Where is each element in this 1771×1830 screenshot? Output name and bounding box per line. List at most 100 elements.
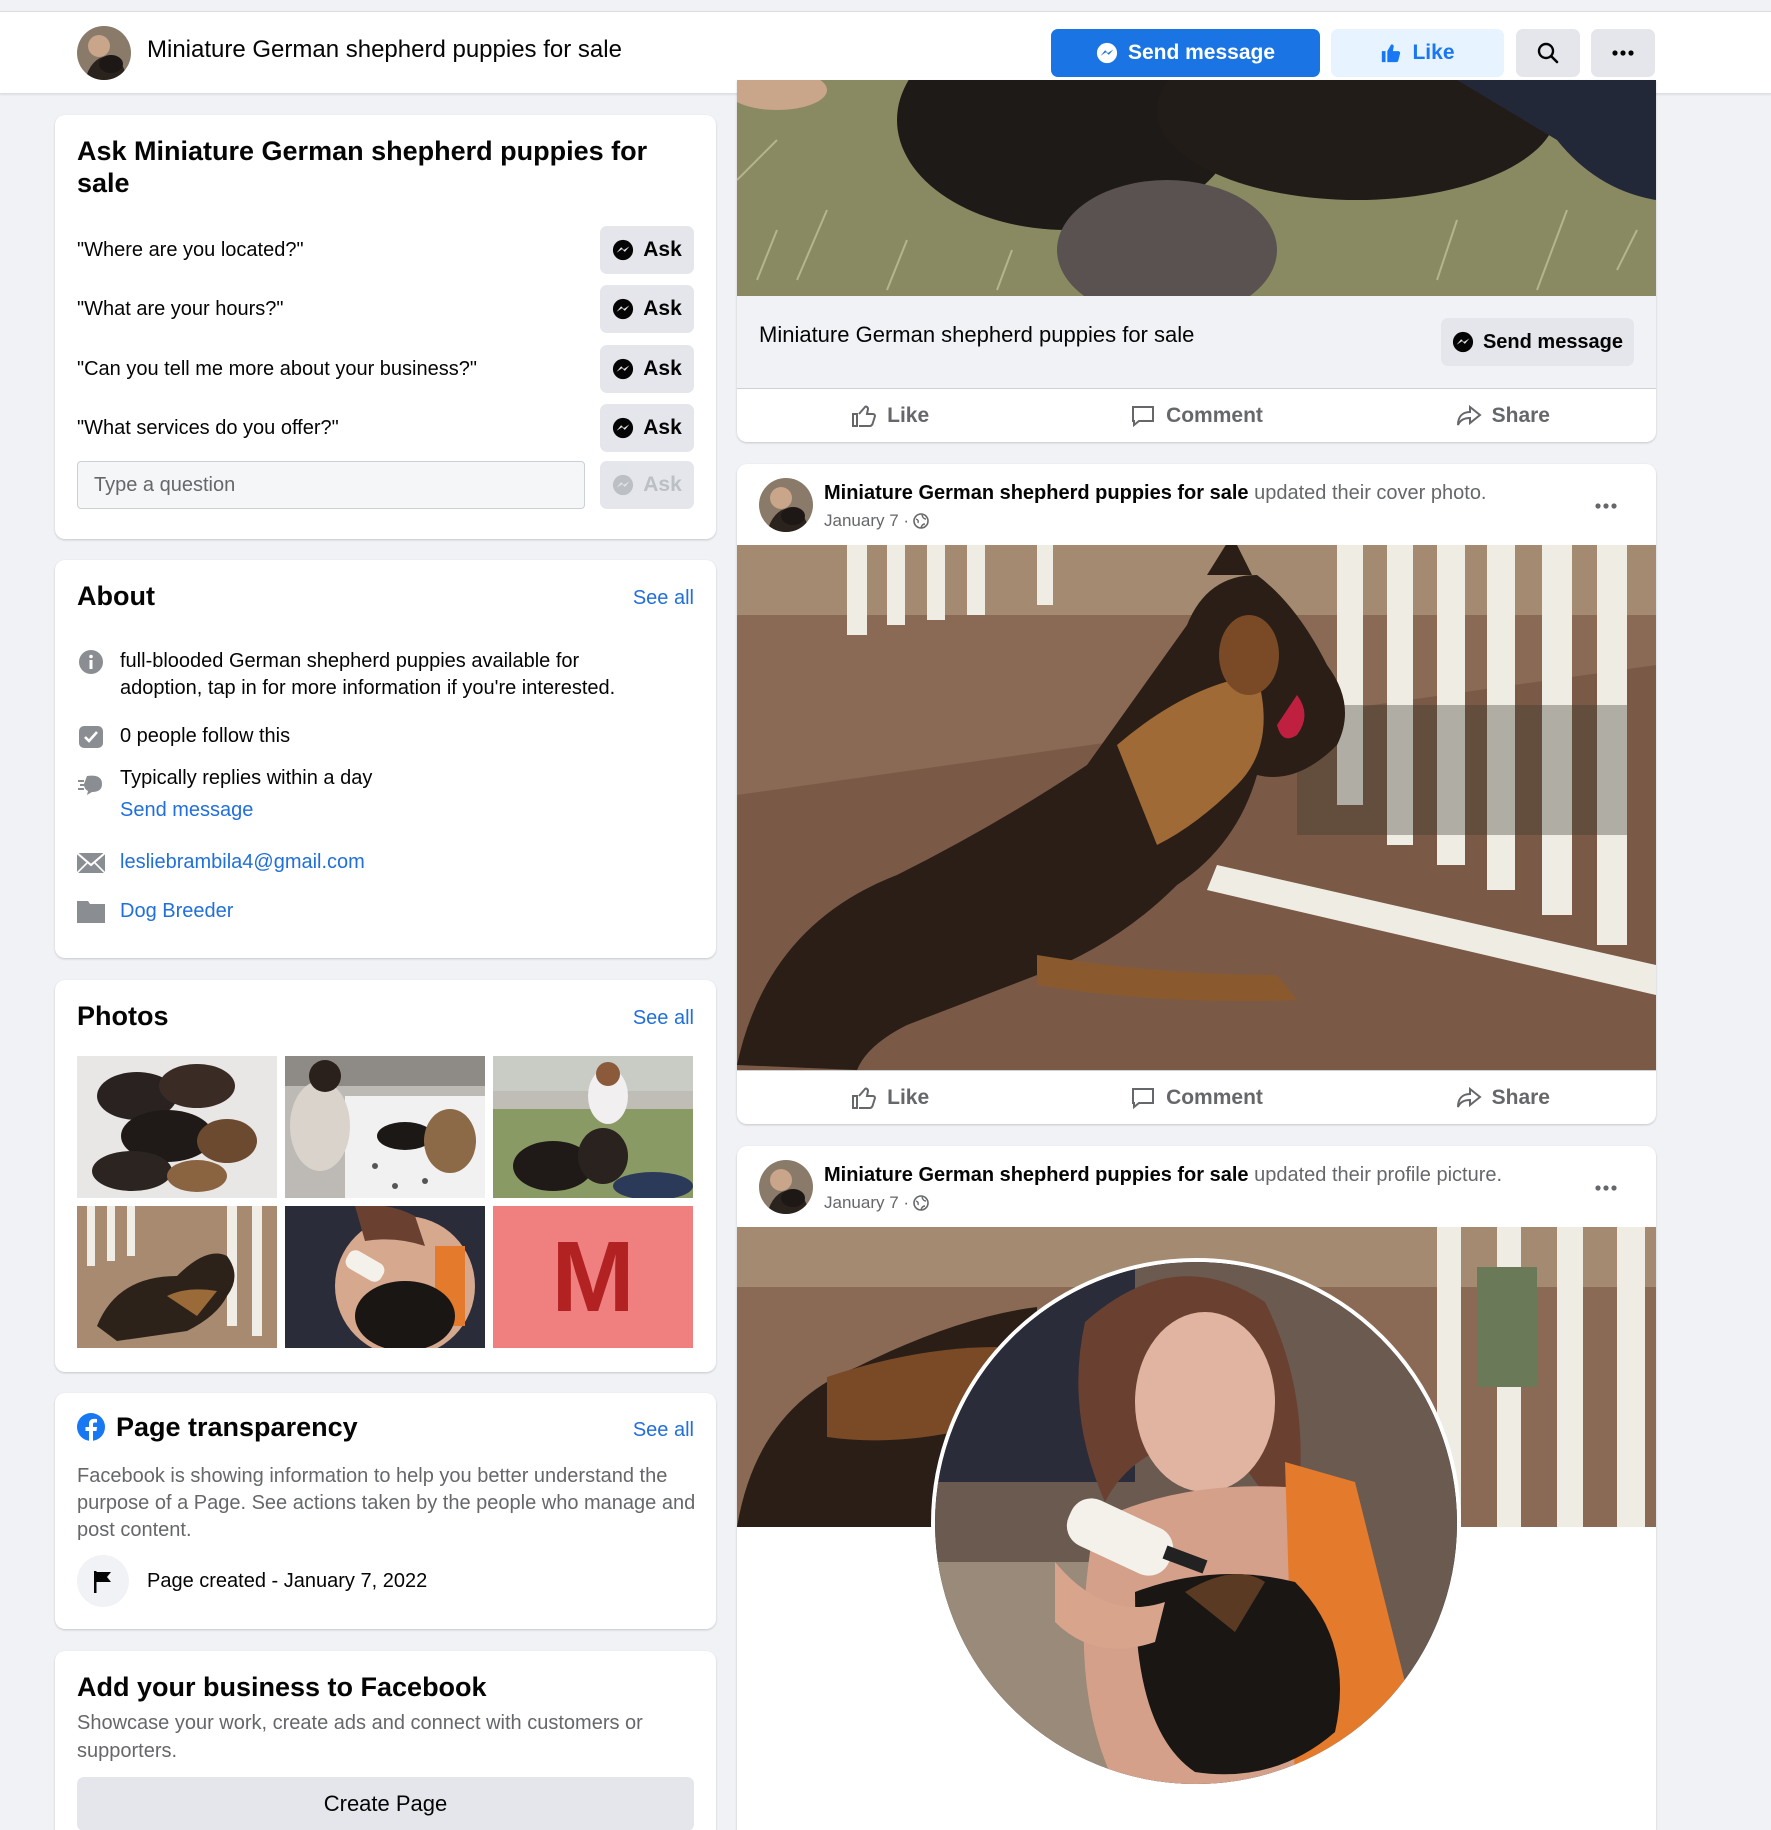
post-more-button[interactable] <box>1592 1174 1620 1202</box>
like-action[interactable]: Like <box>737 389 1043 442</box>
messenger-icon <box>612 417 634 439</box>
thumbs-up-outline-icon <box>851 1086 877 1110</box>
ask-question: "What are your hours?" <box>77 297 284 320</box>
post-action-bar: Like Comment Share <box>737 1070 1656 1124</box>
messenger-icon <box>612 358 634 380</box>
photos-see-all-link[interactable]: See all <box>633 1007 694 1030</box>
post-image[interactable] <box>737 545 1656 1070</box>
profile-picture[interactable] <box>931 1258 1461 1788</box>
photo-thumbnail[interactable] <box>77 1056 277 1198</box>
ask-label: Ask <box>643 416 682 439</box>
post-more-button[interactable] <box>1592 492 1620 520</box>
ask-row: "What are your hours?" Ask <box>77 285 694 333</box>
transparency-text: Facebook is showing information to help … <box>77 1465 696 1541</box>
ask-question: "Can you tell me more about your busines… <box>77 357 477 380</box>
cover-page-name[interactable]: Miniature German shepherd puppies for sa… <box>759 322 1194 348</box>
share-icon <box>1456 1086 1482 1110</box>
like-action[interactable]: Like <box>737 1071 1043 1124</box>
share-action[interactable]: Share <box>1350 389 1656 442</box>
question-input[interactable]: Type a question <box>77 461 585 509</box>
ask-card-title: Ask Miniature German shepherd puppies fo… <box>77 136 648 198</box>
like-page-button[interactable]: Like <box>1331 29 1504 77</box>
photo-thumbnail[interactable] <box>77 1206 277 1348</box>
about-description: full-blooded German shepherd puppies ava… <box>77 648 694 702</box>
cover-info-bar: Miniature German shepherd puppies for sa… <box>737 296 1656 388</box>
ask-label: Ask <box>643 473 682 496</box>
post-title: Miniature German shepherd puppies for sa… <box>824 482 1487 505</box>
about-send-message-link[interactable]: Send message <box>120 797 372 824</box>
post-author[interactable]: Miniature German shepherd puppies for sa… <box>824 1164 1249 1186</box>
feed-post: Miniature German shepherd puppies for sa… <box>737 464 1656 1124</box>
letter-tile[interactable]: M <box>493 1206 693 1348</box>
send-message-button[interactable]: Send message <box>1051 29 1320 77</box>
search-button[interactable] <box>1516 29 1580 77</box>
comment-icon <box>1130 404 1156 428</box>
more-icon <box>1612 50 1634 56</box>
post-meta: January 7 · <box>824 511 929 531</box>
ask-button[interactable]: Ask <box>600 404 694 452</box>
comment-icon <box>1130 1086 1156 1110</box>
thumbs-up-outline-icon <box>851 404 877 428</box>
ask-button[interactable]: Ask <box>600 226 694 274</box>
messenger-icon <box>612 298 634 320</box>
facebook-icon <box>77 1413 105 1441</box>
page-avatar[interactable] <box>77 26 131 80</box>
comment-action[interactable]: Comment <box>1043 1071 1349 1124</box>
create-page-button[interactable]: Create Page <box>77 1777 694 1830</box>
post-date[interactable]: January 7 · <box>824 1193 909 1213</box>
post-author[interactable]: Miniature German shepherd puppies for sa… <box>824 482 1249 504</box>
post-date[interactable]: January 7 · <box>824 511 909 531</box>
transparency-see-all-link[interactable]: See all <box>633 1419 694 1442</box>
about-replies: Typically replies within a day Send mess… <box>77 765 694 824</box>
cover-post-card: Miniature German shepherd puppies for sa… <box>737 80 1656 442</box>
transparency-card: Page transparency See all Facebook is sh… <box>55 1393 716 1629</box>
comment-action-label: Comment <box>1166 403 1263 427</box>
add-business-card: Add your business to Facebook Showcase y… <box>55 1651 716 1830</box>
messenger-icon <box>612 239 634 261</box>
like-action-label: Like <box>887 1085 930 1109</box>
more-icon <box>1595 1185 1617 1191</box>
post-avatar[interactable] <box>759 478 813 532</box>
replies-text: Typically replies within a day <box>120 767 373 789</box>
globe-icon <box>913 1195 929 1211</box>
share-action[interactable]: Share <box>1350 1071 1656 1124</box>
post-avatar[interactable] <box>759 1160 813 1214</box>
ask-row: "What services do you offer?" Ask <box>77 404 694 452</box>
feed-post: Miniature German shepherd puppies for sa… <box>737 1146 1656 1830</box>
ask-label: Ask <box>643 357 682 380</box>
photo-thumbnail[interactable] <box>493 1056 693 1198</box>
email-link[interactable]: lesliebrambila4@gmail.com <box>120 849 365 877</box>
photo-thumbnail[interactable] <box>285 1056 485 1198</box>
replies-block: Typically replies within a day Send mess… <box>120 765 372 824</box>
globe-icon <box>913 513 929 529</box>
transparency-header: Page transparency <box>77 1411 358 1443</box>
about-card: About See all full-blooded German shephe… <box>55 560 716 958</box>
ask-label: Ask <box>643 238 682 261</box>
more-options-button[interactable] <box>1591 29 1655 77</box>
photo-thumbnail[interactable] <box>285 1206 485 1348</box>
ask-label: Ask <box>643 297 682 320</box>
share-action-label: Share <box>1491 403 1550 427</box>
flag-icon <box>77 1555 129 1607</box>
ask-button[interactable]: Ask <box>600 285 694 333</box>
comment-action-label: Comment <box>1166 1085 1263 1109</box>
cover-send-message-button[interactable]: Send message <box>1441 318 1634 366</box>
cover-image[interactable] <box>737 80 1656 296</box>
ask-row: "Where are you located?" Ask <box>77 226 694 274</box>
about-followers: 0 people follow this <box>77 723 694 751</box>
comment-action[interactable]: Comment <box>1043 389 1349 442</box>
post-header: Miniature German shepherd puppies for sa… <box>759 1160 1634 1216</box>
business-text: Showcase your work, create ads and conne… <box>77 1712 643 1762</box>
folder-icon <box>77 898 105 926</box>
followers-text: 0 people follow this <box>120 725 291 747</box>
about-see-all-link[interactable]: See all <box>633 587 694 610</box>
share-action-label: Share <box>1491 1085 1550 1109</box>
about-category: Dog Breeder <box>77 898 694 926</box>
more-icon <box>1595 503 1617 509</box>
browser-top-strip <box>0 0 1771 12</box>
ask-submit-button[interactable]: Ask <box>600 461 694 509</box>
ask-card: Ask Miniature German shepherd puppies fo… <box>55 115 716 539</box>
create-page-label: Create Page <box>323 1791 448 1816</box>
ask-button[interactable]: Ask <box>600 345 694 393</box>
category-link[interactable]: Dog Breeder <box>120 898 233 926</box>
